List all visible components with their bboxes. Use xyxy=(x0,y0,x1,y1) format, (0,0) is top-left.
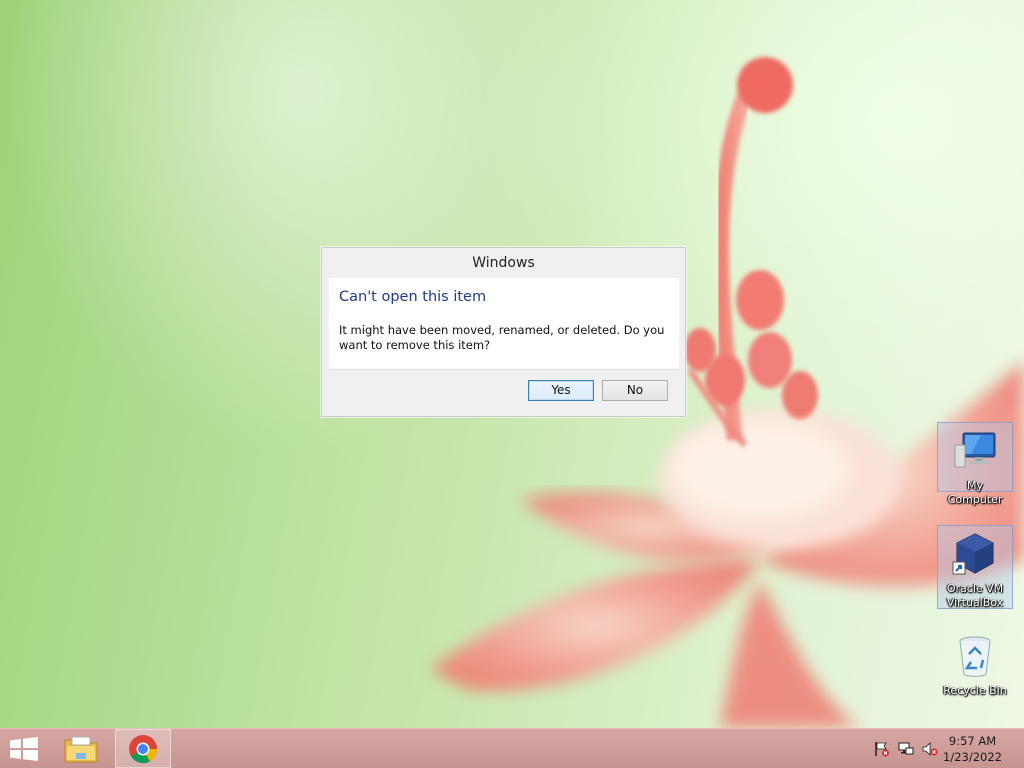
taskbar-clock[interactable]: 9:57 AM 1/23/2022 xyxy=(943,733,1002,765)
folder-icon xyxy=(64,736,98,763)
taskbar-file-explorer[interactable] xyxy=(53,729,109,768)
dialog-content: Can't open this item It might have been … xyxy=(329,278,679,411)
clock-date: 1/23/2022 xyxy=(943,750,1002,764)
dialog-footer: Yes No xyxy=(329,369,679,411)
desktop-icon-label: Recycle Bin xyxy=(943,684,1007,697)
start-button[interactable] xyxy=(0,729,48,768)
desktop-icon-label: Oracle VM VirtualBox xyxy=(946,582,1004,609)
no-button[interactable]: No xyxy=(602,380,668,401)
desktop-icon-recycle-bin[interactable]: Recycle Bin xyxy=(937,628,1013,700)
network-icon[interactable] xyxy=(898,741,914,757)
desktop[interactable]: My Computer Oracle VM VirtualBox Recycle… xyxy=(0,0,1024,728)
recycle-bin-icon xyxy=(959,636,991,677)
taskbar: 9:57 AM 1/23/2022 xyxy=(0,728,1024,768)
clock-time: 9:57 AM xyxy=(948,734,997,748)
volume-muted-icon[interactable] xyxy=(922,741,938,757)
taskbar-chrome[interactable] xyxy=(115,729,171,768)
action-center-flag-icon[interactable] xyxy=(874,741,890,757)
desktop-icon-virtualbox[interactable]: Oracle VM VirtualBox xyxy=(937,525,1013,609)
computer-icon xyxy=(954,432,996,468)
error-dialog: Windows Can't open this item It might ha… xyxy=(321,247,686,417)
yes-button[interactable]: Yes xyxy=(528,380,594,401)
virtualbox-icon xyxy=(952,533,994,575)
desktop-icon-label: My Computer xyxy=(947,479,1003,506)
dialog-message: It might have been moved, renamed, or de… xyxy=(339,323,665,352)
dialog-heading: Can't open this item xyxy=(339,289,487,305)
desktop-icon-my-computer[interactable]: My Computer xyxy=(937,422,1013,506)
chrome-icon xyxy=(129,735,158,764)
windows-logo-icon xyxy=(10,737,38,761)
dialog-title: Windows xyxy=(472,255,535,271)
